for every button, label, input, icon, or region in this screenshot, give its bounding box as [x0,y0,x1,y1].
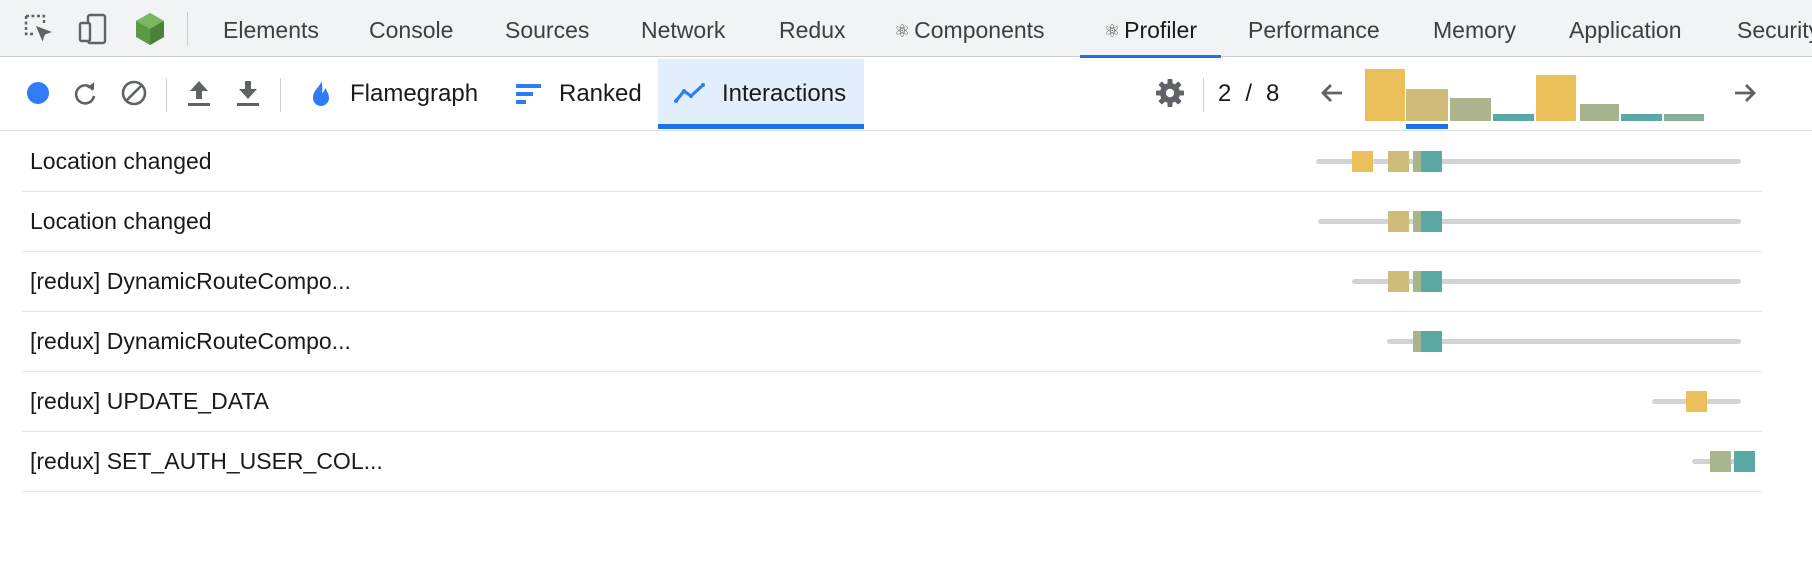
interaction-commit-marker[interactable] [1686,391,1707,412]
commit-current: 2 [1218,80,1232,107]
settings-gear-icon[interactable] [1153,76,1187,110]
tab-flamegraph[interactable]: Flamegraph [308,59,492,129]
device-toolbar-icon[interactable] [76,12,110,46]
toolbar-divider [166,78,167,112]
commit-bar[interactable] [1406,89,1448,121]
interaction-timeline [1318,219,1741,224]
tab-network[interactable]: Network [641,0,725,57]
commit-bar[interactable] [1365,69,1405,121]
interaction-name: [redux] DynamicRouteCompo... [30,268,351,294]
inspect-element-icon[interactable] [22,12,56,46]
interaction-row[interactable]: [redux] UPDATE_DATA [22,372,1762,432]
toolbar-divider [187,12,188,46]
interaction-row[interactable]: [redux] DynamicRouteCompo... [22,312,1762,372]
toolbar-divider [1203,78,1204,112]
download-icon[interactable] [231,76,265,110]
react-atom-icon: ⚛ [1104,21,1121,41]
commit-bar[interactable] [1664,114,1704,121]
interaction-timeline [1316,159,1741,164]
interaction-commit-marker[interactable] [1421,271,1442,292]
tab-redux[interactable]: Redux [779,0,845,57]
toolbar-divider [280,78,281,112]
upload-icon[interactable] [182,76,216,110]
interaction-timeline [1352,279,1741,284]
previous-commit-arrow-icon[interactable] [1315,76,1349,110]
interaction-commit-marker[interactable] [1710,451,1731,472]
profiler-toolbar: Flamegraph Ranked Interactions 2 / 8 [0,58,1812,131]
tab-security[interactable]: Security [1737,0,1812,57]
interaction-row[interactable]: Location changed [22,192,1762,252]
devtools-tab-bar: Elements Console Sources Network Redux ⚛… [0,0,1812,58]
interaction-commit-marker[interactable] [1421,151,1442,172]
tab-interactions[interactable]: Interactions [658,59,864,129]
tab-application[interactable]: Application [1569,0,1682,57]
commit-separator: / [1245,80,1253,107]
next-commit-arrow-icon[interactable] [1728,76,1762,110]
commit-bar[interactable] [1450,98,1491,121]
interaction-commit-marker[interactable] [1388,151,1409,172]
commit-bar[interactable] [1621,114,1662,121]
interaction-name: [redux] SET_AUTH_USER_COL... [30,448,383,474]
clear-icon[interactable] [117,76,151,110]
interaction-commit-marker[interactable] [1734,451,1755,472]
commit-bar[interactable] [1536,75,1576,121]
commit-index: 2 / 8 [1218,76,1279,112]
node-hexagon-icon[interactable] [133,12,167,46]
ranked-bars-icon [516,84,541,104]
commit-bar[interactable] [1580,104,1619,121]
interaction-name: [redux] UPDATE_DATA [30,388,270,414]
interaction-row[interactable]: [redux] SET_AUTH_USER_COL... [22,432,1762,492]
interactions-line-icon [674,83,705,103]
interaction-name: Location changed [30,148,212,174]
tab-ranked[interactable]: Ranked [515,59,661,129]
interaction-name: [redux] DynamicRouteCompo... [30,328,351,354]
interaction-commit-marker[interactable] [1421,211,1442,232]
interaction-commit-marker[interactable] [1352,151,1373,172]
interaction-commit-marker[interactable] [1388,211,1409,232]
record-icon[interactable] [21,76,55,110]
tab-components[interactable]: ⚛ Components [894,0,1045,57]
tab-memory[interactable]: Memory [1433,0,1516,57]
tab-elements[interactable]: Elements [223,0,319,57]
commit-total: 8 [1266,80,1280,107]
reload-icon[interactable] [68,76,102,110]
tab-performance[interactable]: Performance [1248,0,1380,57]
react-atom-icon: ⚛ [894,21,911,41]
selected-commit-indicator [1406,124,1448,129]
commit-bar[interactable] [1493,114,1534,121]
interaction-name: Location changed [30,208,212,234]
tab-sources[interactable]: Sources [505,0,589,57]
tab-profiler[interactable]: ⚛ Profiler [1080,0,1221,58]
interaction-row[interactable]: [redux] DynamicRouteCompo... [22,252,1762,312]
interaction-commit-marker[interactable] [1421,331,1442,352]
flame-icon [313,80,329,106]
interaction-row[interactable]: Location changed [22,132,1762,192]
tab-console[interactable]: Console [369,0,453,57]
interaction-commit-marker[interactable] [1388,271,1409,292]
